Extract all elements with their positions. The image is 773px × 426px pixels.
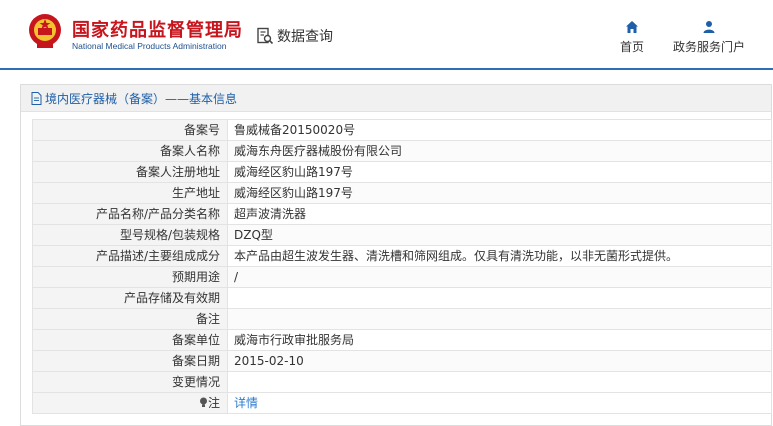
table-row: 变更情况 — [32, 371, 772, 393]
field-value: 威海东舟医疗器械股份有限公司 — [227, 140, 772, 162]
field-value: / — [227, 266, 772, 288]
field-label: 备注 — [32, 308, 228, 330]
field-label: 备案单位 — [32, 329, 228, 351]
field-value: 超声波清洗器 — [227, 203, 772, 225]
table-row: 产品描述/主要组成成分 本产品由超生波发生器、清洗槽和筛网组成。仅具有清洗功能，以… — [32, 245, 772, 267]
nav-gov-service-portal[interactable]: 政务服务门户 — [673, 20, 745, 55]
table-row: 备案单位 威海市行政审批服务局 — [32, 329, 772, 351]
table-row: 型号规格/包装规格 DZQ型 — [32, 224, 772, 246]
field-label: 备案人注册地址 — [32, 161, 228, 183]
field-label: 备案人名称 — [32, 140, 228, 162]
nav-home[interactable]: 首页 — [620, 20, 644, 55]
detail-link[interactable]: 详情 — [234, 396, 258, 410]
org-name-cn: 国家药品监督管理局 — [72, 20, 243, 41]
note-row: 注详情 — [32, 392, 772, 414]
field-value: 威海经区豹山路197号 — [227, 182, 772, 204]
record-info-table: 备案号 鲁威械备20150020号 备案人名称 威海东舟医疗器械股份有限公司 备案人注册… — [32, 119, 772, 414]
field-value — [227, 371, 772, 393]
table-row: 备案人注册地址 威海经区豹山路197号 — [32, 161, 772, 183]
note-label: 注 — [207, 396, 220, 410]
field-value: DZQ型 — [227, 224, 772, 246]
home-icon — [626, 21, 638, 33]
field-value: 威海市行政审批服务局 — [227, 329, 772, 351]
field-label: 备案号 — [32, 119, 228, 141]
field-value: 鲁威械备20150020号 — [227, 119, 772, 141]
table-row: 生产地址 威海经区豹山路197号 — [32, 182, 772, 204]
panel-title-bar: 境内医疗器械（备案）——基本信息 — [21, 85, 771, 112]
lightbulb-icon — [199, 397, 207, 407]
user-icon — [703, 21, 715, 33]
search-document-icon — [257, 27, 274, 45]
document-icon — [31, 91, 42, 105]
field-value: 本产品由超生波发生器、清洗槽和筛网组成。仅具有清洗功能，以非无菌形式提供。 — [227, 245, 772, 267]
field-value — [227, 287, 772, 309]
table-row: 产品名称/产品分类名称 超声波清洗器 — [32, 203, 772, 225]
table-row: 备案日期 2015-02-10 — [32, 350, 772, 372]
data-query-label: 数据查询 — [277, 29, 333, 45]
org-name-en: National Medical Products Administration — [72, 41, 227, 51]
field-label: 产品存储及有效期 — [32, 287, 228, 309]
field-label: 备案日期 — [32, 350, 228, 372]
note-label-cell: 注 — [32, 392, 228, 414]
field-label: 型号规格/包装规格 — [32, 224, 228, 246]
national-emblem-icon — [29, 14, 61, 48]
field-label: 产品描述/主要组成成分 — [32, 245, 228, 267]
nav-gov-service-label: 政务服务门户 — [673, 40, 746, 54]
info-panel: 境内医疗器械（备案）——基本信息 备案号 鲁威械备20150020号 备案人名称 威海… — [20, 84, 772, 426]
field-value: 2015-02-10 — [227, 350, 772, 372]
field-label: 预期用途 — [32, 266, 228, 288]
table-row: 备案人名称 威海东舟医疗器械股份有限公司 — [32, 140, 772, 162]
panel-title: 境内医疗器械（备案）——基本信息 — [45, 91, 238, 106]
site-header: 国家药品监督管理局 National Medical Products Admi… — [0, 0, 773, 70]
field-label: 生产地址 — [32, 182, 228, 204]
table-row: 预期用途 / — [32, 266, 772, 288]
nav-home-label: 首页 — [620, 40, 645, 54]
note-value-cell: 详情 — [227, 392, 772, 414]
field-value: 威海经区豹山路197号 — [227, 161, 772, 183]
table-row: 产品存储及有效期 — [32, 287, 772, 309]
table-row: 备案号 鲁威械备20150020号 — [32, 119, 772, 141]
table-row: 备注 — [32, 308, 772, 330]
field-label: 产品名称/产品分类名称 — [32, 203, 228, 225]
data-query-link[interactable]: 数据查询 — [256, 26, 333, 46]
field-label: 变更情况 — [32, 371, 228, 393]
field-value — [227, 308, 772, 330]
